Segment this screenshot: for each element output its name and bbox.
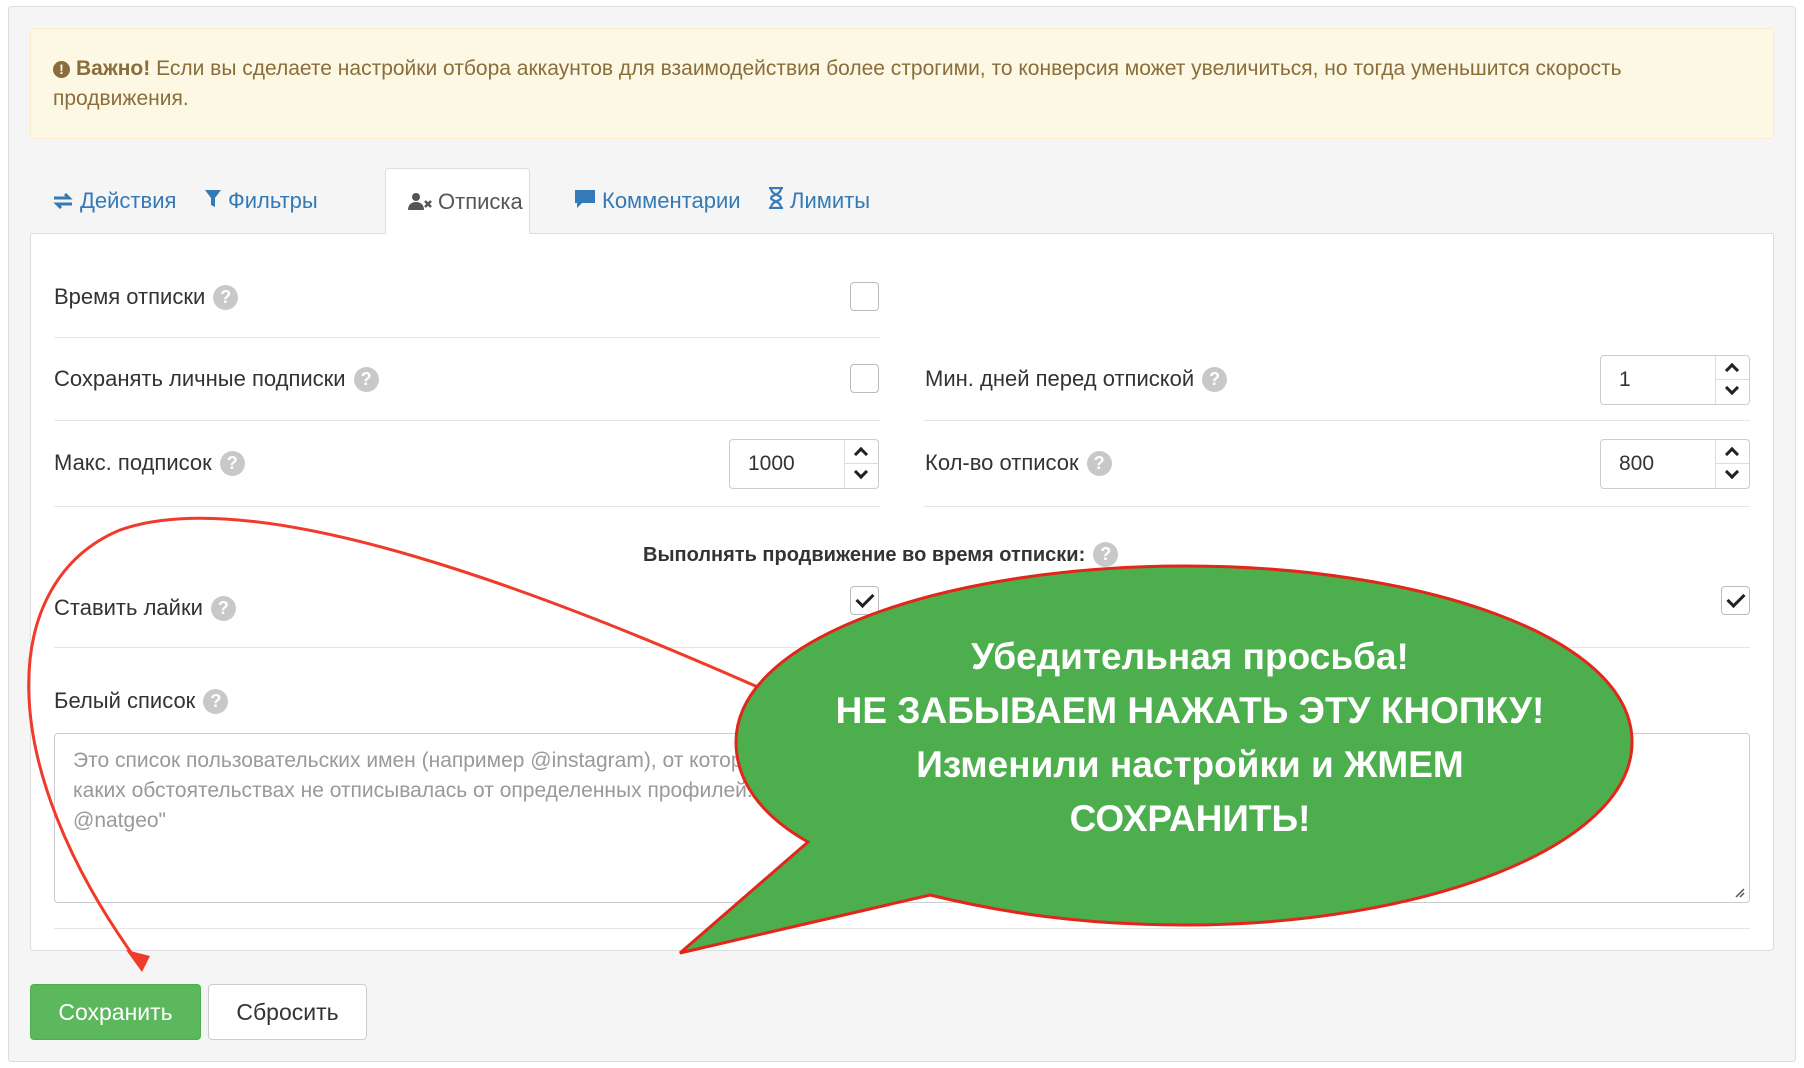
unfollow-time-checkbox[interactable] (850, 282, 879, 311)
divider (54, 928, 1750, 929)
min-days-text: Мин. дней перед отпиской (925, 366, 1195, 391)
tab-comments-label: Комментарии (602, 188, 741, 213)
settings-tabs: Действия Фильтры Отписка Комментарии Лим… (30, 168, 1774, 234)
unfollow-count-spinner (1715, 440, 1749, 488)
help-icon[interactable]: ? (203, 689, 229, 714)
divider (54, 337, 880, 338)
hourglass-icon (768, 169, 784, 235)
likes-text: Ставить лайки (54, 595, 203, 620)
tab-actions-label: Действия (80, 188, 177, 213)
increment-button[interactable] (845, 440, 878, 464)
keep-personal-label: Сохранять личные подписки? (54, 366, 379, 392)
warning-alert: ! Важно! Если вы сделаете настройки отбор… (30, 28, 1774, 139)
tab-limits-label: Лимиты (790, 188, 871, 213)
max-follows-label: Макс. подписок? (54, 450, 245, 476)
help-icon[interactable]: ? (213, 285, 239, 310)
decrement-button[interactable] (1716, 380, 1749, 404)
help-icon[interactable]: ? (1086, 451, 1112, 476)
tab-filters-label: Фильтры (228, 188, 318, 213)
min-days-value: 1 (1619, 368, 1631, 391)
resize-grip-icon[interactable] (1733, 886, 1745, 898)
help-icon[interactable]: ? (1202, 367, 1228, 392)
tab-unfollow[interactable]: Отписка (385, 168, 530, 234)
unfollow-count-value: 800 (1619, 452, 1655, 475)
max-follows-value: 1000 (748, 452, 795, 475)
chevron-down-icon (1724, 380, 1740, 396)
divider (54, 420, 880, 421)
divider (54, 506, 880, 507)
callout-text: Убедительная просьба! НЕ ЗАБЫВАЕМ НАЖАТЬ… (760, 630, 1620, 846)
help-icon[interactable]: ? (353, 367, 379, 392)
alert-text: Если вы сделаете настройки отбора аккаун… (53, 57, 1622, 110)
divider (924, 420, 1750, 421)
promo-section-title: Выполнять продвижение во время отписки:? (643, 542, 1119, 567)
right-option-checkbox[interactable] (1721, 586, 1750, 615)
comment-icon (574, 169, 596, 235)
max-follows-input[interactable]: 1000 (729, 439, 879, 489)
filter-icon (204, 169, 222, 235)
callout-line: НЕ ЗАБЫВАЕМ НАЖАТЬ ЭТУ КНОПКУ! (835, 690, 1545, 731)
unfollow-count-label: Кол-во отписок? (925, 450, 1112, 476)
chevron-down-icon (1724, 464, 1740, 480)
max-follows-spinner (844, 440, 878, 488)
chevron-up-icon (1724, 446, 1740, 462)
unfollow-time-label: Время отписки? (54, 284, 239, 310)
exchange-icon (52, 169, 74, 235)
decrement-button[interactable] (1716, 464, 1749, 488)
tab-actions[interactable]: Действия (30, 168, 198, 234)
whitelist-label: Белый список? (54, 688, 229, 714)
help-icon[interactable]: ? (210, 596, 236, 621)
tab-filters[interactable]: Фильтры (182, 168, 340, 234)
tab-comments[interactable]: Комментарии (552, 168, 763, 234)
user-times-icon (408, 170, 432, 236)
likes-checkbox[interactable] (850, 586, 879, 615)
min-days-spinner (1715, 356, 1749, 404)
callout-line: СОХРАНИТЬ! (1069, 798, 1311, 839)
min-days-label: Мин. дней перед отпиской? (925, 366, 1228, 392)
reset-button[interactable]: Сбросить (208, 984, 367, 1040)
decrement-button[interactable] (845, 464, 878, 488)
unfollow-count-input[interactable]: 800 (1600, 439, 1750, 489)
chevron-down-icon (853, 464, 869, 480)
keep-personal-text: Сохранять личные подписки (54, 366, 346, 391)
unfollow-time-text: Время отписки (54, 284, 206, 309)
callout-line: Изменили настройки и ЖМЕМ (916, 744, 1464, 785)
whitelist-text: Белый список (54, 688, 196, 713)
unfollow-count-text: Кол-во отписок (925, 450, 1079, 475)
likes-label: Ставить лайки? (54, 595, 236, 621)
keep-personal-checkbox[interactable] (850, 364, 879, 393)
min-days-input[interactable]: 1 (1600, 355, 1750, 405)
tab-limits[interactable]: Лимиты (746, 168, 892, 234)
promo-title-text: Выполнять продвижение во время отписки: (643, 544, 1086, 566)
chevron-up-icon (853, 446, 869, 462)
divider (924, 506, 1750, 507)
save-button[interactable]: Сохранить (30, 984, 201, 1040)
tab-unfollow-label: Отписка (438, 189, 523, 214)
alert-strong: Важно! (76, 57, 151, 80)
callout-line: Убедительная просьба! (971, 636, 1409, 677)
chevron-up-icon (1724, 362, 1740, 378)
increment-button[interactable] (1716, 440, 1749, 464)
help-icon[interactable]: ? (219, 451, 245, 476)
exclamation-circle-icon: ! (53, 61, 70, 78)
max-follows-text: Макс. подписок (54, 450, 212, 475)
help-icon[interactable]: ? (1093, 542, 1119, 567)
increment-button[interactable] (1716, 356, 1749, 380)
